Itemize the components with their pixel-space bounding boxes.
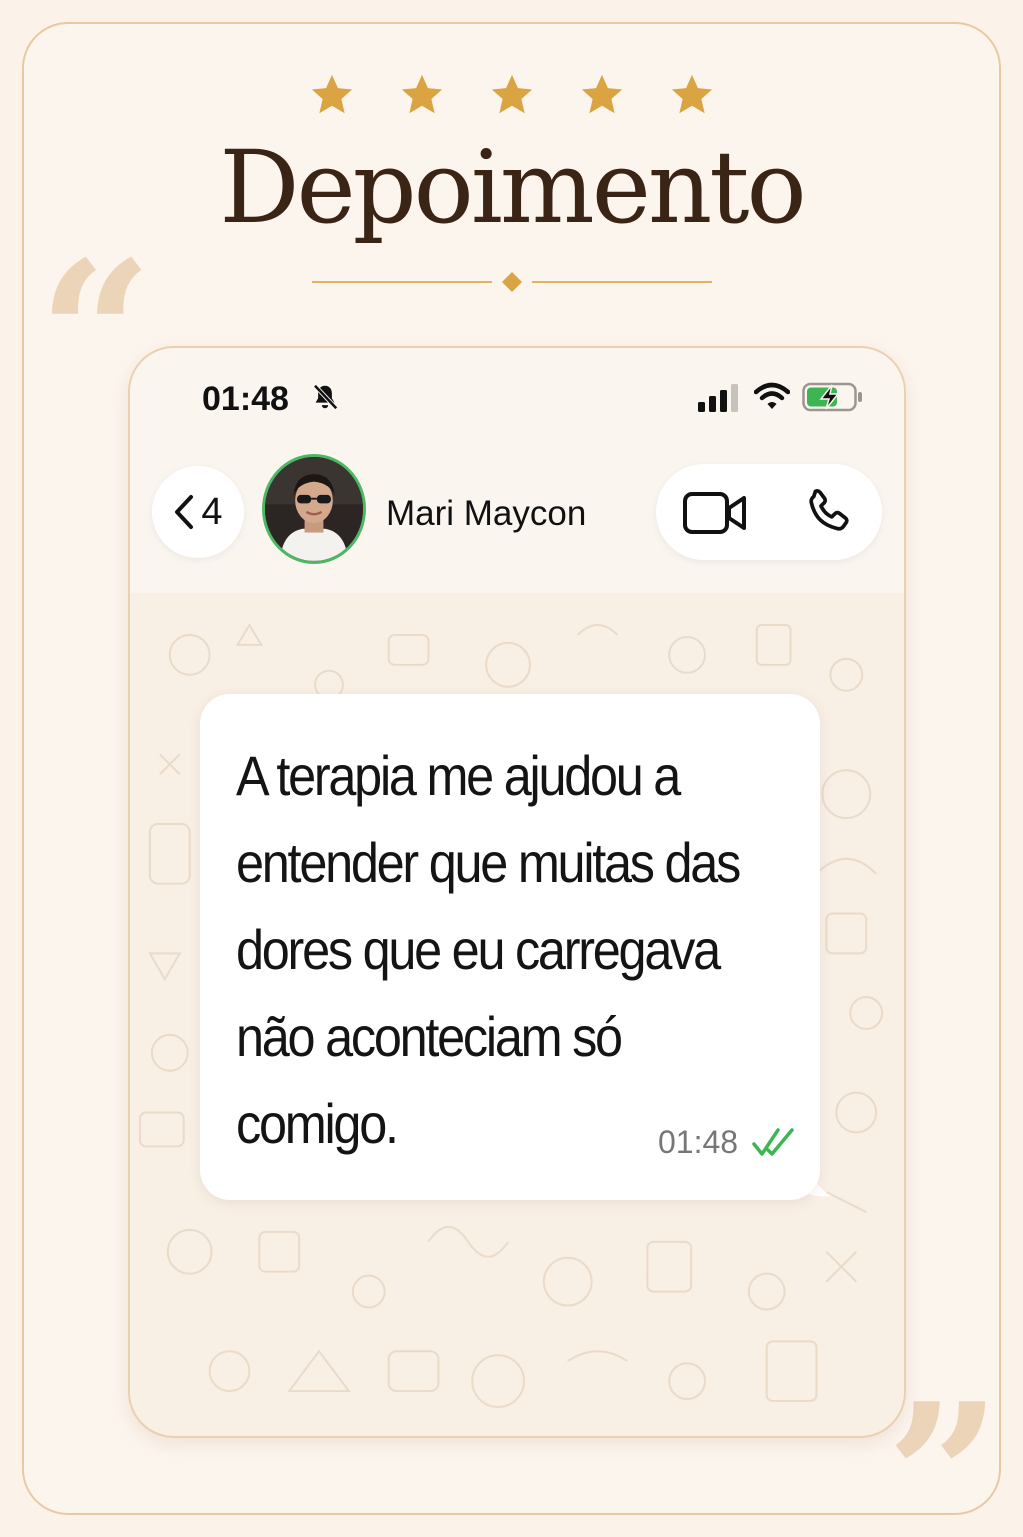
unread-count: 4 <box>201 490 223 533</box>
message-text: A terapia me ajudou a entender que muita… <box>236 744 741 1155</box>
chat-screenshot: 01:48 4 Mari Maycon A terapia me ajudou … <box>128 346 906 1438</box>
read-ticks-icon <box>752 1128 794 1156</box>
star-icon <box>491 74 532 114</box>
status-bar: 01:48 <box>130 348 904 448</box>
star-icon <box>671 74 712 114</box>
back-button[interactable]: 4 <box>152 466 244 558</box>
star-icon <box>401 74 442 114</box>
wifi-icon <box>754 382 790 409</box>
rating-stars <box>0 72 1023 118</box>
battery-charging-icon <box>802 382 862 412</box>
star-icon <box>581 74 622 114</box>
phone-call-icon[interactable] <box>800 484 856 540</box>
testimonial-card: Depoimento “ ” 01:48 4 Mari Maycon A ter… <box>0 0 1023 1537</box>
call-actions <box>656 464 882 560</box>
status-time: 01:48 <box>202 380 289 418</box>
page-title: Depoimento <box>219 129 806 246</box>
bell-muted-icon <box>313 384 338 410</box>
ornament-divider <box>312 272 712 292</box>
avatar[interactable] <box>262 454 366 564</box>
message-time: 01:48 <box>658 1124 739 1160</box>
message-bubble[interactable]: A terapia me ajudou a entender que muita… <box>200 694 820 1200</box>
chevron-left-icon <box>175 495 194 529</box>
video-call-icon[interactable] <box>682 490 748 536</box>
signal-icon <box>698 384 738 412</box>
star-icon <box>311 74 352 114</box>
chat-header: 4 Mari Maycon <box>130 448 904 593</box>
contact-name[interactable]: Mari Maycon <box>386 494 586 534</box>
